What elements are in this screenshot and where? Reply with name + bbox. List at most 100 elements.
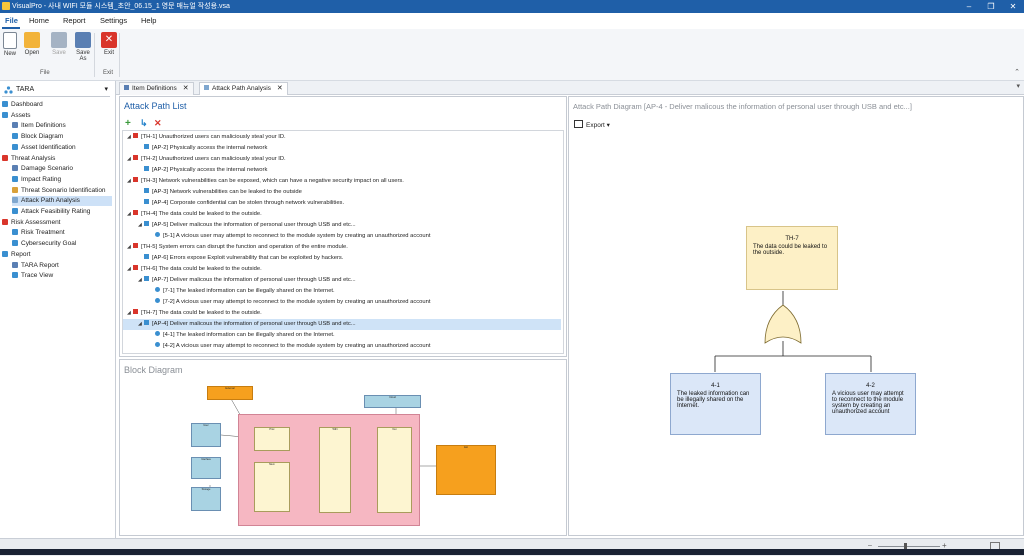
menu-file[interactable]: File [5, 16, 18, 25]
block-external-device[interactable]: External [207, 386, 253, 400]
tree-item[interactable]: Damage Scenario [12, 164, 73, 174]
tree-item[interactable]: Asset Identification [12, 143, 76, 153]
open-button[interactable]: Open [22, 32, 42, 56]
attack-step-row[interactable]: [4-1] The leaked information can be ille… [123, 330, 561, 341]
attack-path-row[interactable]: [AP-2] Physically access the internal ne… [123, 143, 561, 154]
tree-item[interactable]: Attack Path Analysis [12, 196, 112, 207]
tree-item[interactable]: Dashboard [2, 100, 43, 110]
maximize-button[interactable]: ❐ [980, 0, 1002, 13]
tree-item[interactable]: Block Diagram [12, 132, 63, 142]
attack-path-diagram-title: Attack Path Diagram [AP-4 - Deliver mali… [573, 102, 912, 111]
exit-button[interactable]: ✕ Exit [99, 32, 119, 56]
block-memory[interactable]: Mem [254, 462, 290, 512]
block-external-network[interactable]: Ext [436, 445, 496, 495]
block-storage[interactable]: Storage [191, 487, 221, 511]
attack-step-row[interactable]: [7-2] A vicious user may attempt to reco… [123, 297, 561, 308]
tree-item[interactable]: Attack Feasibility Rating [12, 207, 90, 217]
tree-item-icon [12, 186, 18, 193]
new-file-icon [3, 32, 17, 49]
tree-item[interactable]: Trace View [12, 271, 53, 281]
tree-item[interactable]: Impact Rating [12, 175, 61, 185]
fault-tree-canvas[interactable]: TH-7 The data could be leaked to the out… [569, 133, 1023, 533]
delete-icon[interactable]: ✕ [154, 118, 162, 129]
tree-item[interactable]: Assets [2, 111, 31, 121]
block-user[interactable]: User [191, 423, 221, 447]
tree-item[interactable]: Risk Assessment [2, 218, 61, 228]
block-wifi-module[interactable]: WiFi [319, 427, 351, 513]
threat-row[interactable]: ◢ [TH-1] Unauthorized users can malicious… [123, 132, 561, 143]
attack-path-icon [144, 199, 149, 204]
tree-item-label: Item Definitions [21, 122, 66, 130]
attack-path-icon [144, 254, 149, 259]
attack-step-row[interactable]: [5-1] A vicious user may attempt to reco… [123, 231, 561, 242]
tree-item[interactable]: Item Definitions [12, 121, 66, 131]
block-cloud[interactable]: Cloud [364, 395, 421, 408]
row-text: [TH-1] Unauthorized users can maliciousl… [141, 134, 286, 140]
tab-list-dropdown-icon[interactable]: ▾ [1016, 82, 1020, 90]
threat-row[interactable]: ◢ [TH-4] The data could be leaked to the … [123, 209, 561, 220]
menu-home[interactable]: Home [29, 16, 49, 25]
leaf-event-box-4-1[interactable]: 4-1 The leaked information can be illega… [670, 373, 761, 435]
menu-help[interactable]: Help [141, 16, 156, 25]
attack-step-row[interactable]: [7-1] The leaked information can be ille… [123, 286, 561, 297]
tree-item[interactable]: Threat Analysis [2, 154, 55, 164]
tree-item-icon [12, 240, 18, 247]
attack-path-icon [144, 221, 149, 226]
attack-path-list-title: Attack Path List [124, 101, 187, 111]
zoom-slider[interactable] [878, 546, 940, 547]
save-button[interactable]: Save [49, 32, 69, 56]
tab-item-definitions[interactable]: Item Definitions ✕ [119, 82, 194, 95]
attack-path-icon [144, 166, 149, 171]
threat-row[interactable]: ◢ [TH-5] System errors can disrupt the fu… [123, 242, 561, 253]
tree-item[interactable]: Cybersecurity Goal [12, 239, 76, 249]
threat-row[interactable]: ◢ [TH-2] Unauthorized users can malicious… [123, 154, 561, 165]
threat-row[interactable]: ◢ [TH-3] Network vulnerabilities can be e… [123, 176, 561, 187]
close-icon[interactable]: ✕ [277, 85, 283, 92]
tab-attack-path-analysis[interactable]: Attack Path Analysis ✕ [199, 82, 288, 95]
export-button[interactable]: Export ▾ [574, 120, 610, 129]
tree-item-label: Threat Scenario Identification [21, 186, 106, 194]
row-text: [AP-3] Network vulnerabilities can be le… [152, 189, 302, 195]
tab-label: Attack Path Analysis [212, 85, 271, 92]
attack-path-row[interactable]: ◢ [AP-7] Deliver malicous the information… [123, 275, 561, 286]
add-child-icon[interactable]: ↳ [140, 118, 148, 129]
attack-path-row[interactable]: [AP-2] Physically access the internal ne… [123, 165, 561, 176]
threat-row[interactable]: ◢ [TH-7] The data could be leaked to the … [123, 308, 561, 319]
block-processor[interactable]: Proc [254, 427, 290, 451]
attack-step-row[interactable]: [4-2] A vicious user may attempt to reco… [123, 341, 561, 352]
top-event-box[interactable]: TH-7 The data could be leaked to the out… [746, 226, 838, 290]
tree-item[interactable]: Risk Treatment [12, 228, 65, 238]
attack-path-row[interactable]: [AP-3] Network vulnerabilities can be le… [123, 187, 561, 198]
tree-item-label: Block Diagram [21, 133, 64, 141]
user-icon [204, 85, 209, 90]
menu-report[interactable]: Report [63, 16, 86, 25]
attack-path-row[interactable]: ◢ [AP-5] Deliver malicous the information… [123, 220, 561, 231]
tree-item[interactable]: TARA Report [12, 261, 59, 271]
tree-item[interactable]: Report [2, 250, 31, 260]
block-network[interactable]: Net [377, 427, 412, 513]
block-diagram-canvas[interactable]: External Cloud User Interface Storage Pr… [120, 378, 564, 534]
bullet-icon [155, 287, 160, 292]
project-selector[interactable]: TARA ▾ [2, 84, 110, 97]
save-as-button[interactable]: Save As [73, 32, 93, 62]
menu-settings[interactable]: Settings [100, 16, 127, 25]
block-interface[interactable]: Interface [191, 457, 221, 479]
top-event-text: The data could be leaked to the outside. [753, 244, 828, 256]
attack-path-row[interactable]: [AP-4] Corporate confidential can be sto… [123, 198, 561, 209]
close-window-button[interactable]: ✕ [1002, 0, 1024, 13]
tree-item[interactable]: Threat Scenario Identification [12, 186, 106, 196]
minimize-button[interactable]: – [958, 0, 980, 13]
add-icon[interactable]: + [125, 118, 131, 129]
zoom-out-icon[interactable]: – [868, 542, 872, 549]
new-button[interactable]: New [0, 32, 20, 57]
tree-item-icon [2, 111, 8, 118]
leaf-event-box-4-2[interactable]: 4-2 A vicious user may attempt to reconn… [825, 373, 916, 435]
tree-item-label: Damage Scenario [21, 165, 74, 173]
tree-item-icon [12, 208, 18, 214]
collapse-ribbon-icon[interactable]: ⌃ [1014, 68, 1020, 76]
tree-item-icon [12, 272, 18, 279]
attack-path-row[interactable]: [AP-6] Errors expose Exploit vulnerabili… [123, 253, 561, 264]
threat-row[interactable]: ◢ [TH-6] The data could be leaked to the … [123, 264, 561, 275]
attack-path-row[interactable]: ◢ [AP-4] Deliver malicous the information… [123, 319, 561, 330]
close-icon[interactable]: ✕ [183, 85, 189, 92]
